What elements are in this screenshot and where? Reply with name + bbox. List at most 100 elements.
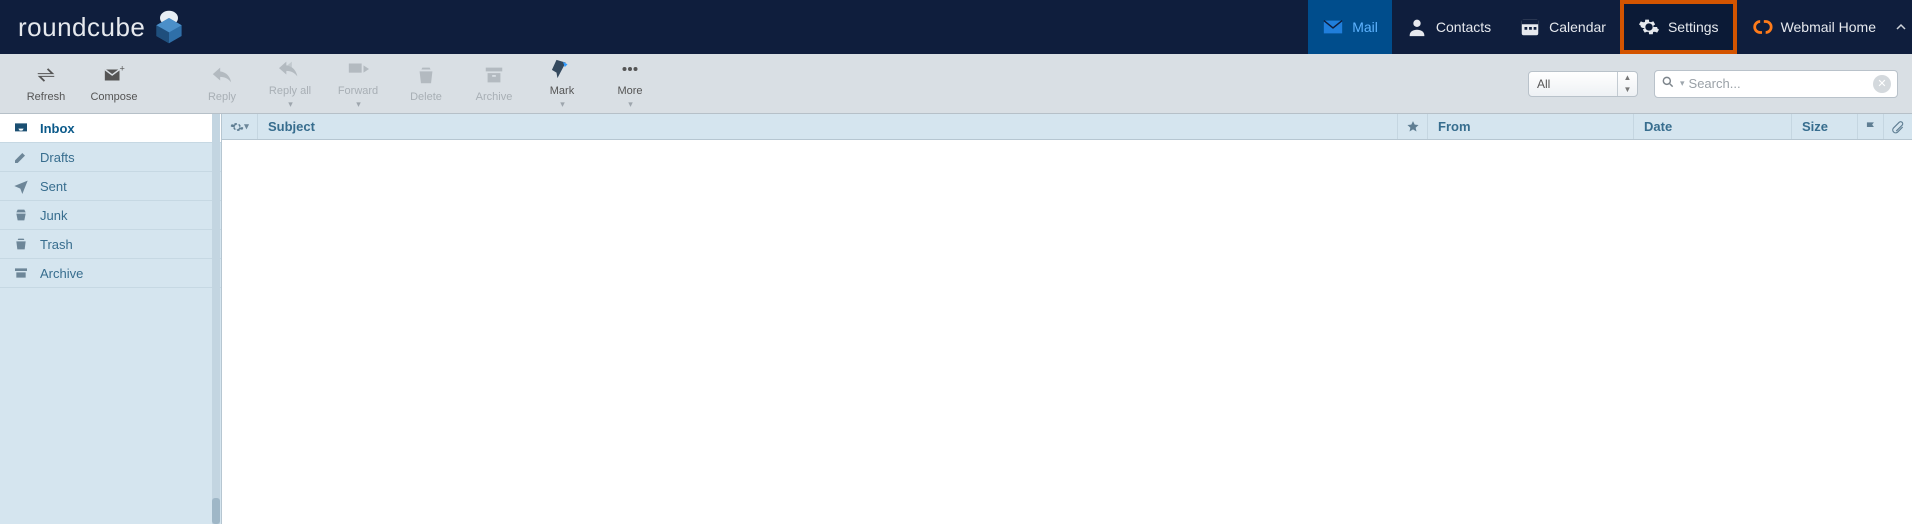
list-options-button[interactable]: ▾: [222, 114, 258, 139]
pencil-icon: [12, 149, 30, 165]
search-input[interactable]: [1689, 76, 1869, 91]
reply-button[interactable]: Reply: [188, 56, 256, 112]
folder-label: Sent: [40, 179, 67, 194]
calendar-icon: [1519, 16, 1541, 38]
reply-all-label: Reply all: [269, 85, 311, 97]
reply-all-icon: [277, 58, 303, 83]
nav-contacts[interactable]: Contacts: [1392, 0, 1505, 54]
star-icon: [1406, 120, 1420, 134]
folder-sent[interactable]: Sent: [0, 172, 221, 201]
inbox-icon: [12, 120, 30, 136]
folder-archive[interactable]: Archive: [0, 259, 221, 288]
nav-calendar-label: Calendar: [1549, 19, 1606, 35]
search-icon: [1661, 75, 1675, 92]
brand-logo: roundcube: [0, 9, 187, 45]
delete-label: Delete: [410, 91, 442, 103]
folder-label: Trash: [40, 237, 73, 252]
compose-label: Compose: [90, 91, 137, 103]
folder-scrollbar[interactable]: [212, 114, 220, 524]
trash-icon: [12, 236, 30, 252]
mark-icon: [549, 58, 575, 83]
chevron-down-icon[interactable]: ▾: [1680, 78, 1685, 89]
flag-icon: [1864, 120, 1878, 134]
col-attachment[interactable]: [1884, 114, 1912, 139]
account-dropdown-caret[interactable]: [1890, 0, 1912, 54]
col-from[interactable]: From: [1428, 114, 1634, 139]
compose-button[interactable]: + Compose: [80, 56, 148, 112]
sent-icon: [12, 178, 30, 194]
refresh-button[interactable]: Refresh: [12, 56, 80, 112]
message-list: ▾ Subject From Date Size: [222, 114, 1912, 524]
archive-label: Archive: [476, 91, 513, 103]
mark-label: Mark: [550, 85, 574, 97]
nav-calendar[interactable]: Calendar: [1505, 0, 1620, 54]
filter-scope-select[interactable]: All ▲▼: [1528, 71, 1638, 97]
svg-text:+: +: [120, 64, 125, 73]
archive-icon: [481, 64, 507, 89]
top-header: roundcube Mail Contacts: [0, 0, 1912, 54]
forward-button[interactable]: Forward ▾: [324, 56, 392, 112]
clear-search-button[interactable]: ✕: [1873, 75, 1891, 93]
archive-icon: [12, 265, 30, 281]
more-button[interactable]: More ▾: [596, 56, 664, 112]
search-box[interactable]: ▾ ✕: [1654, 70, 1898, 98]
col-flag[interactable]: [1858, 114, 1884, 139]
delete-button[interactable]: Delete: [392, 56, 460, 112]
nav-mail[interactable]: Mail: [1308, 0, 1392, 54]
nav-webmail-home-label: Webmail Home: [1781, 19, 1876, 35]
col-date[interactable]: Date: [1634, 114, 1792, 139]
more-label: More: [617, 85, 642, 97]
paperclip-icon: [1891, 120, 1905, 134]
nav-contacts-label: Contacts: [1436, 19, 1491, 35]
reply-icon: [209, 64, 235, 89]
gear-icon: [1638, 16, 1660, 38]
trash-icon: [413, 64, 439, 89]
chevron-down-icon: ▾: [560, 99, 565, 110]
folder-trash[interactable]: Trash: [0, 230, 221, 259]
folder-inbox[interactable]: Inbox: [0, 114, 221, 143]
nav-webmail-home[interactable]: Webmail Home: [1737, 0, 1890, 54]
list-header: ▾ Subject From Date Size: [222, 114, 1912, 140]
col-size-label: Size: [1802, 119, 1828, 134]
chevron-down-icon: ▾: [288, 99, 293, 110]
mail-toolbar: Refresh + Compose Reply Reply all ▾ Forw…: [0, 54, 1912, 114]
folder-label: Archive: [40, 266, 83, 281]
refresh-label: Refresh: [27, 91, 66, 103]
archive-button[interactable]: Archive: [460, 56, 528, 112]
col-subject[interactable]: Subject: [258, 114, 1398, 139]
chevron-down-icon: ▾: [628, 99, 633, 110]
folder-label: Drafts: [40, 150, 75, 165]
reply-all-button[interactable]: Reply all ▾: [256, 56, 324, 112]
col-date-label: Date: [1644, 119, 1672, 134]
folder-junk[interactable]: Junk: [0, 201, 221, 230]
mark-button[interactable]: Mark ▾: [528, 56, 596, 112]
gear-icon: [230, 120, 244, 134]
refresh-icon: [33, 64, 59, 89]
brand-text: roundcube: [18, 12, 145, 43]
ellipsis-icon: [617, 58, 643, 83]
cpanel-icon: [1751, 16, 1773, 38]
mail-icon: [1322, 16, 1344, 38]
folder-label: Inbox: [40, 121, 75, 136]
folder-drafts[interactable]: Drafts: [0, 143, 221, 172]
person-icon: [1406, 16, 1428, 38]
nav-settings[interactable]: Settings: [1620, 0, 1737, 54]
folder-label: Junk: [40, 208, 67, 223]
chevron-down-icon: ▾: [356, 99, 361, 110]
nav-settings-label: Settings: [1668, 19, 1719, 35]
nav-mail-label: Mail: [1352, 19, 1378, 35]
forward-icon: [345, 58, 371, 83]
top-nav: Mail Contacts Calendar Settings Webmail …: [1308, 0, 1912, 54]
col-subject-label: Subject: [268, 119, 315, 134]
folder-list: Inbox Drafts Sent Junk Trash Archive: [0, 114, 222, 524]
col-from-label: From: [1438, 119, 1471, 134]
content-area: Inbox Drafts Sent Junk Trash Archive: [0, 114, 1912, 524]
roundcube-cube-icon: [151, 9, 187, 45]
reply-label: Reply: [208, 91, 236, 103]
stepper-icon: ▲▼: [1617, 72, 1637, 96]
col-size[interactable]: Size: [1792, 114, 1858, 139]
recycle-icon: [12, 207, 30, 223]
filter-scope-value: All: [1537, 77, 1550, 91]
col-flagged[interactable]: [1398, 114, 1428, 139]
compose-icon: +: [101, 64, 127, 89]
